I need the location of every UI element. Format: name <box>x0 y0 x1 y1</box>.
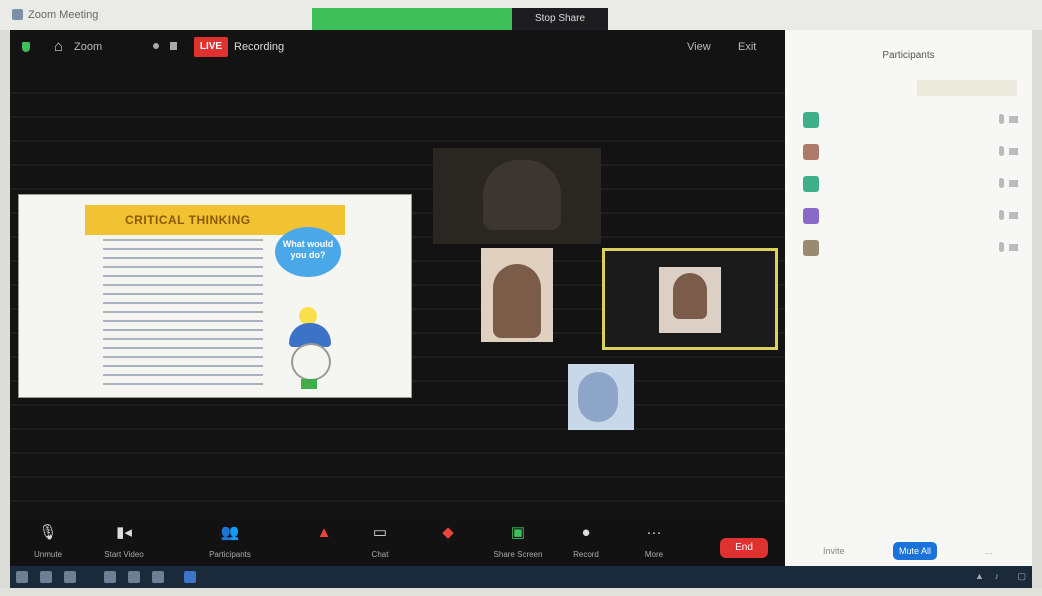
volume-icon[interactable]: ♪ <box>994 571 999 581</box>
store-icon[interactable] <box>152 571 164 583</box>
meeting-title: Zoom <box>74 41 103 53</box>
exit-fullscreen-button[interactable]: Exit <box>738 41 756 53</box>
tab-waiting-room[interactable] <box>917 80 1017 96</box>
record-button[interactable]: ● Record <box>556 524 616 570</box>
video-off-icon[interactable] <box>1009 244 1018 251</box>
video-tile-4[interactable] <box>568 364 634 430</box>
slide-body-text <box>103 239 263 389</box>
participant-video <box>493 264 541 338</box>
microphone-muted-icon[interactable] <box>999 114 1004 124</box>
more-options-button[interactable]: ... <box>985 546 993 556</box>
poll-icon: ▲ <box>316 524 332 541</box>
share-screen-icon: ▣ <box>510 524 526 541</box>
participant-row[interactable] <box>799 110 1024 132</box>
start-video-label: Start Video <box>104 550 144 559</box>
participant-profile-picture <box>659 267 721 333</box>
more-label: More <box>644 550 664 559</box>
live-badge[interactable]: LIVE <box>194 37 228 57</box>
task-view-icon[interactable] <box>64 571 76 583</box>
participants-footer: Invite Mute All ... <box>785 540 1032 564</box>
video-off-icon[interactable] <box>1009 212 1018 219</box>
home-icon[interactable]: ⌂ <box>54 38 63 55</box>
security-shield-icon[interactable] <box>22 42 30 52</box>
notification-icon[interactable]: ▢ <box>1017 571 1026 581</box>
participant-video <box>483 160 561 230</box>
thought-bubble: What would you do? <box>275 227 341 277</box>
video-camera-icon: ▮◂ <box>116 524 132 541</box>
video-tile-active-speaker[interactable] <box>602 248 778 350</box>
share-screen-button[interactable]: ▣ Share Screen <box>488 524 548 570</box>
view-button[interactable]: View <box>687 41 711 53</box>
kid-illustration <box>291 343 331 381</box>
screen-bottom-edge <box>0 588 1042 596</box>
shared-slide: CRITICAL THINKING What would you do? <box>18 194 412 398</box>
chat-button[interactable]: ▭ Chat <box>350 524 410 570</box>
stop-share-button[interactable]: Stop Share <box>512 8 608 30</box>
windows-taskbar: ▲ ♪ ▢ <box>10 566 1032 588</box>
window-titlebar: Zoom Meeting Stop Share <box>0 0 1042 30</box>
start-video-button[interactable]: ▮◂ Start Video <box>94 524 154 570</box>
participant-row[interactable] <box>799 238 1024 260</box>
participants-icon: 👥 <box>220 524 240 541</box>
system-tray: ▲ ♪ ▢ <box>967 571 1026 582</box>
participant-row[interactable] <box>799 206 1024 228</box>
recording-indicator[interactable]: Recording <box>234 41 284 53</box>
record-label: Record <box>573 550 599 559</box>
microphone-muted-icon[interactable] <box>999 178 1004 188</box>
video-tile-2[interactable] <box>481 248 553 342</box>
slide-title: CRITICAL THINKING <box>125 213 251 227</box>
start-icon[interactable] <box>16 571 28 583</box>
meeting-window: ⌂ Zoom LIVE Recording View Exit CRITICAL… <box>10 30 785 575</box>
participant-face <box>673 273 707 319</box>
participants-panel: Participants Invite Mute All ... <box>785 30 1032 575</box>
video-tile-1[interactable] <box>433 148 601 244</box>
participants-button[interactable]: 👥 Participants <box>200 524 260 570</box>
microphone-muted-icon[interactable] <box>999 242 1004 252</box>
window-title: Zoom Meeting <box>28 9 99 21</box>
whiteboard-button[interactable]: ◆ <box>418 524 478 570</box>
participants-panel-title: Participants <box>882 50 935 61</box>
participants-tabs <box>805 80 1020 96</box>
record-icon: ● <box>581 524 591 541</box>
search-icon[interactable] <box>40 571 52 583</box>
more-button[interactable]: ··· More <box>624 524 684 570</box>
video-off-icon[interactable] <box>1009 116 1018 123</box>
lock-icon[interactable] <box>170 42 177 50</box>
chat-label: Chat <box>371 550 389 559</box>
file-explorer-icon[interactable] <box>104 571 116 583</box>
participants-label: Participants <box>209 550 251 559</box>
zoom-taskbar-icon[interactable] <box>184 571 196 583</box>
participant-profile-picture <box>578 372 618 422</box>
mute-all-button[interactable]: Mute All <box>893 542 937 560</box>
network-icon[interactable]: ▲ <box>975 571 984 581</box>
end-meeting-button[interactable]: End <box>720 538 768 558</box>
screen-share-banner <box>312 8 512 30</box>
info-icon[interactable] <box>153 43 159 49</box>
avatar <box>803 144 819 160</box>
kid-shirt-illustration <box>301 379 317 389</box>
microphone-muted-icon[interactable] <box>999 210 1004 220</box>
avatar <box>803 208 819 224</box>
microphone-icon: 🎙 <box>38 524 58 541</box>
microphone-muted-icon[interactable] <box>999 146 1004 156</box>
participant-row[interactable] <box>799 174 1024 196</box>
participant-row[interactable] <box>799 142 1024 164</box>
share-screen-label: Share Screen <box>493 550 543 559</box>
more-icon: ··· <box>646 524 662 541</box>
unmute-button[interactable]: 🎙 Unmute <box>18 524 78 570</box>
zoom-app-icon <box>12 9 23 20</box>
video-off-icon[interactable] <box>1009 148 1018 155</box>
avatar <box>803 240 819 256</box>
live-poll-button[interactable]: ▲ <box>294 524 354 570</box>
video-off-icon[interactable] <box>1009 180 1018 187</box>
avatar <box>803 176 819 192</box>
browser-icon[interactable] <box>128 571 140 583</box>
chat-icon: ▭ <box>372 524 388 541</box>
meeting-topbar: ⌂ Zoom LIVE Recording View Exit <box>10 30 785 64</box>
invite-button[interactable]: Invite <box>823 546 845 556</box>
avatar <box>803 112 819 128</box>
unmute-label: Unmute <box>33 550 62 559</box>
whiteboard-icon: ◆ <box>442 524 454 541</box>
